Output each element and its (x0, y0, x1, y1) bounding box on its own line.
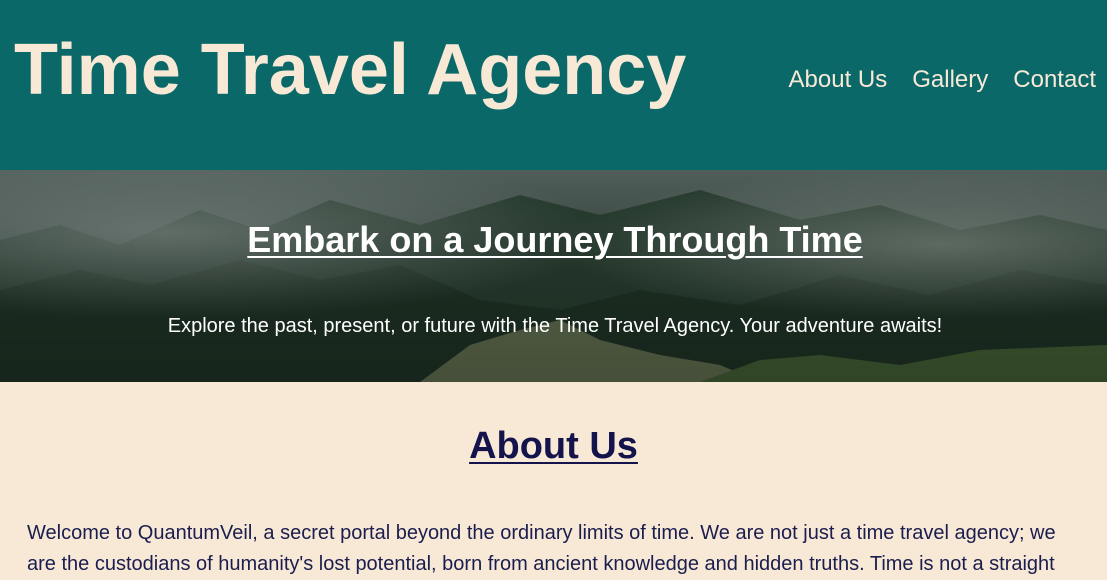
nav-link-gallery[interactable]: Gallery (912, 64, 988, 96)
about-heading: About Us (469, 425, 638, 467)
site-header: Time Travel Agency About Us Gallery Cont… (0, 0, 1107, 170)
forest-background-image (0, 170, 1107, 382)
about-section: About Us Welcome to QuantumVeil, a secre… (0, 382, 1107, 575)
hero-subtitle: Explore the past, present, or future wit… (167, 315, 943, 337)
hero-title: Embark on a Journey Through Time (247, 219, 863, 260)
main-nav: About Us Gallery Contact (789, 64, 1096, 96)
nav-link-about-us[interactable]: About Us (789, 64, 888, 96)
hero-section: Embark on a Journey Through Time Explore… (0, 170, 1107, 382)
site-title: Time Travel Agency (14, 30, 687, 110)
nav-link-contact[interactable]: Contact (1013, 64, 1096, 96)
about-paragraph: Welcome to QuantumVeil, a secret portal … (27, 522, 1056, 575)
